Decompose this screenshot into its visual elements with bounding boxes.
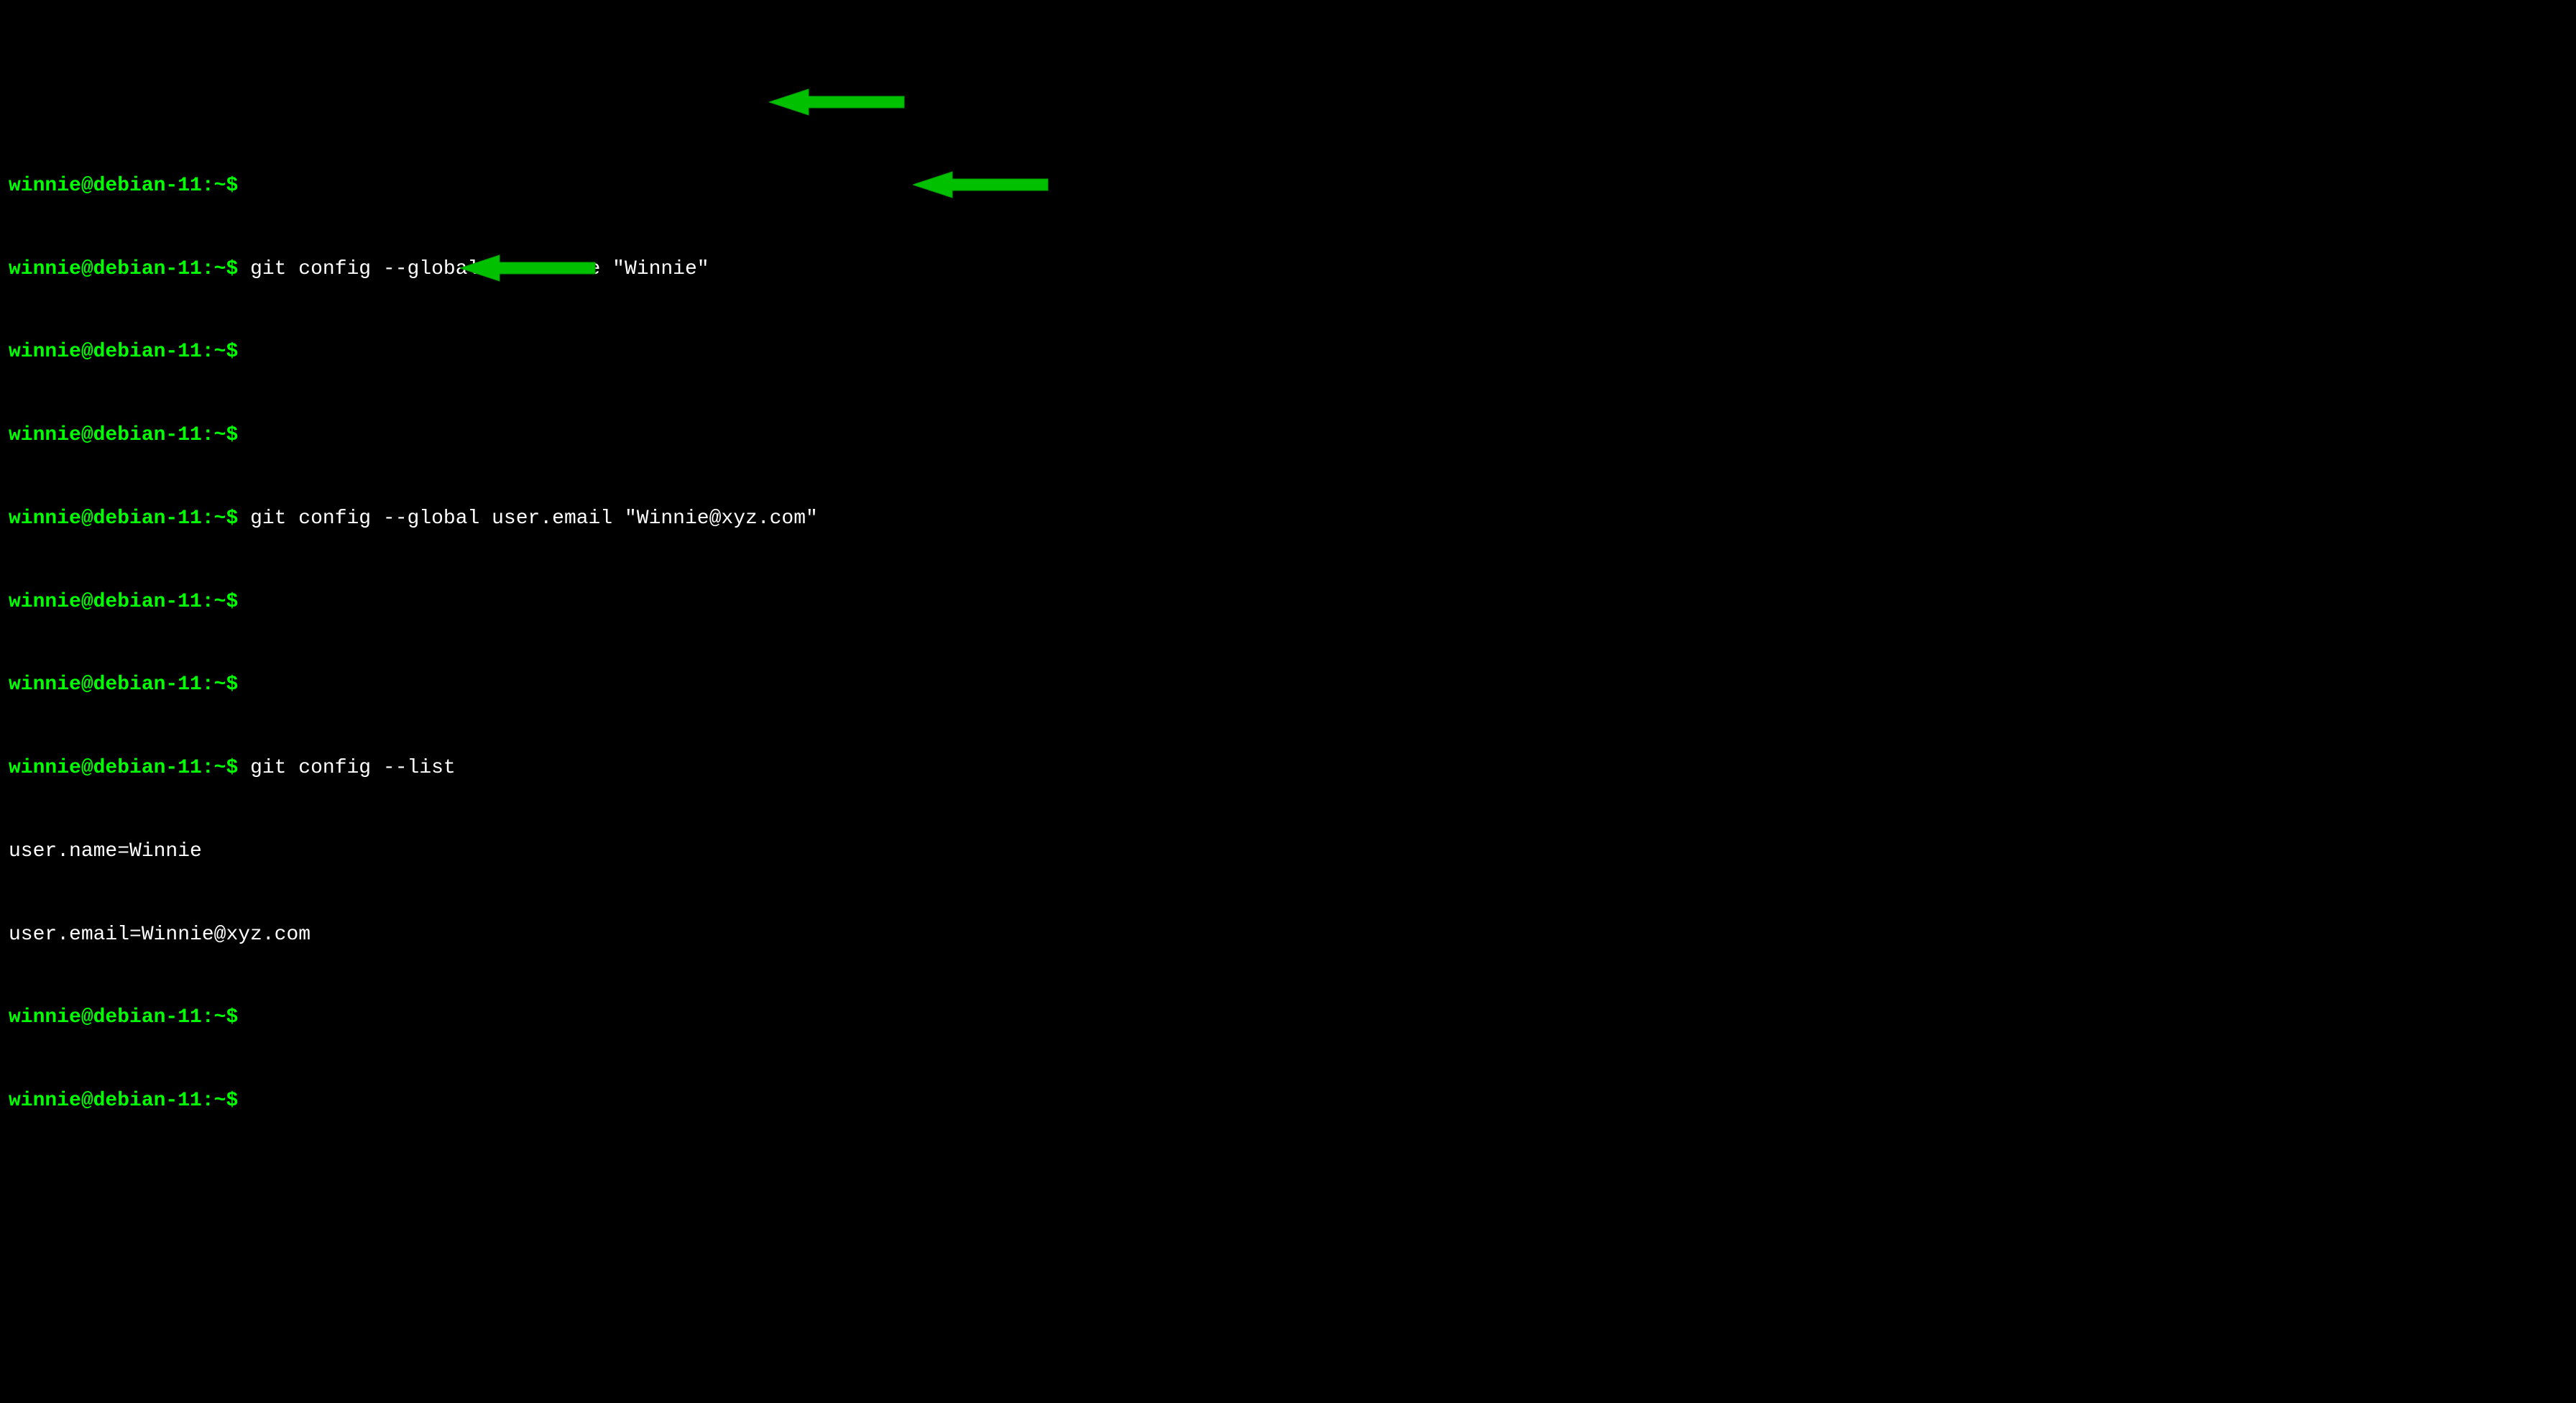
command-text: git config --global user.name "Winnie" [250,258,709,280]
command-text: git config --list [250,757,456,779]
command-text: git config --global user.email "Winnie@x… [250,507,818,530]
terminal-line: winnie@debian-11:~$ [9,172,2567,201]
prompt-user: winnie@debian-11:~$ [9,507,238,530]
terminal-line: winnie@debian-11:~$ [9,1087,2567,1116]
prompt-user: winnie@debian-11:~$ [9,1090,238,1112]
prompt-user: winnie@debian-11:~$ [9,341,238,363]
terminal-line: winnie@debian-11:~$ git config --list [9,755,2567,783]
terminal-line: winnie@debian-11:~$ git config --global … [9,256,2567,284]
prompt-user: winnie@debian-11:~$ [9,1006,238,1029]
prompt-user: winnie@debian-11:~$ [9,424,238,446]
terminal-line: winnie@debian-11:~$ [9,589,2567,617]
prompt-user: winnie@debian-11:~$ [9,258,238,280]
terminal-line: winnie@debian-11:~$ [9,339,2567,367]
prompt-user: winnie@debian-11:~$ [9,175,238,197]
terminal-output-line: user.name=Winnie [9,838,2567,866]
prompt-user: winnie@debian-11:~$ [9,757,238,779]
terminal-line: winnie@debian-11:~$ [9,422,2567,450]
terminal-line: winnie@debian-11:~$ git config --global … [9,505,2567,533]
terminal[interactable]: winnie@debian-11:~$ winnie@debian-11:~$ … [9,117,2567,1144]
prompt-user: winnie@debian-11:~$ [9,591,238,613]
prompt-user: winnie@debian-11:~$ [9,673,238,696]
terminal-output-line: user.email=Winnie@xyz.com [9,921,2567,949]
terminal-line: winnie@debian-11:~$ [9,671,2567,699]
output-text: user.name=Winnie [9,840,202,862]
terminal-line: winnie@debian-11:~$ [9,1004,2567,1032]
output-text: user.email=Winnie@xyz.com [9,924,310,946]
